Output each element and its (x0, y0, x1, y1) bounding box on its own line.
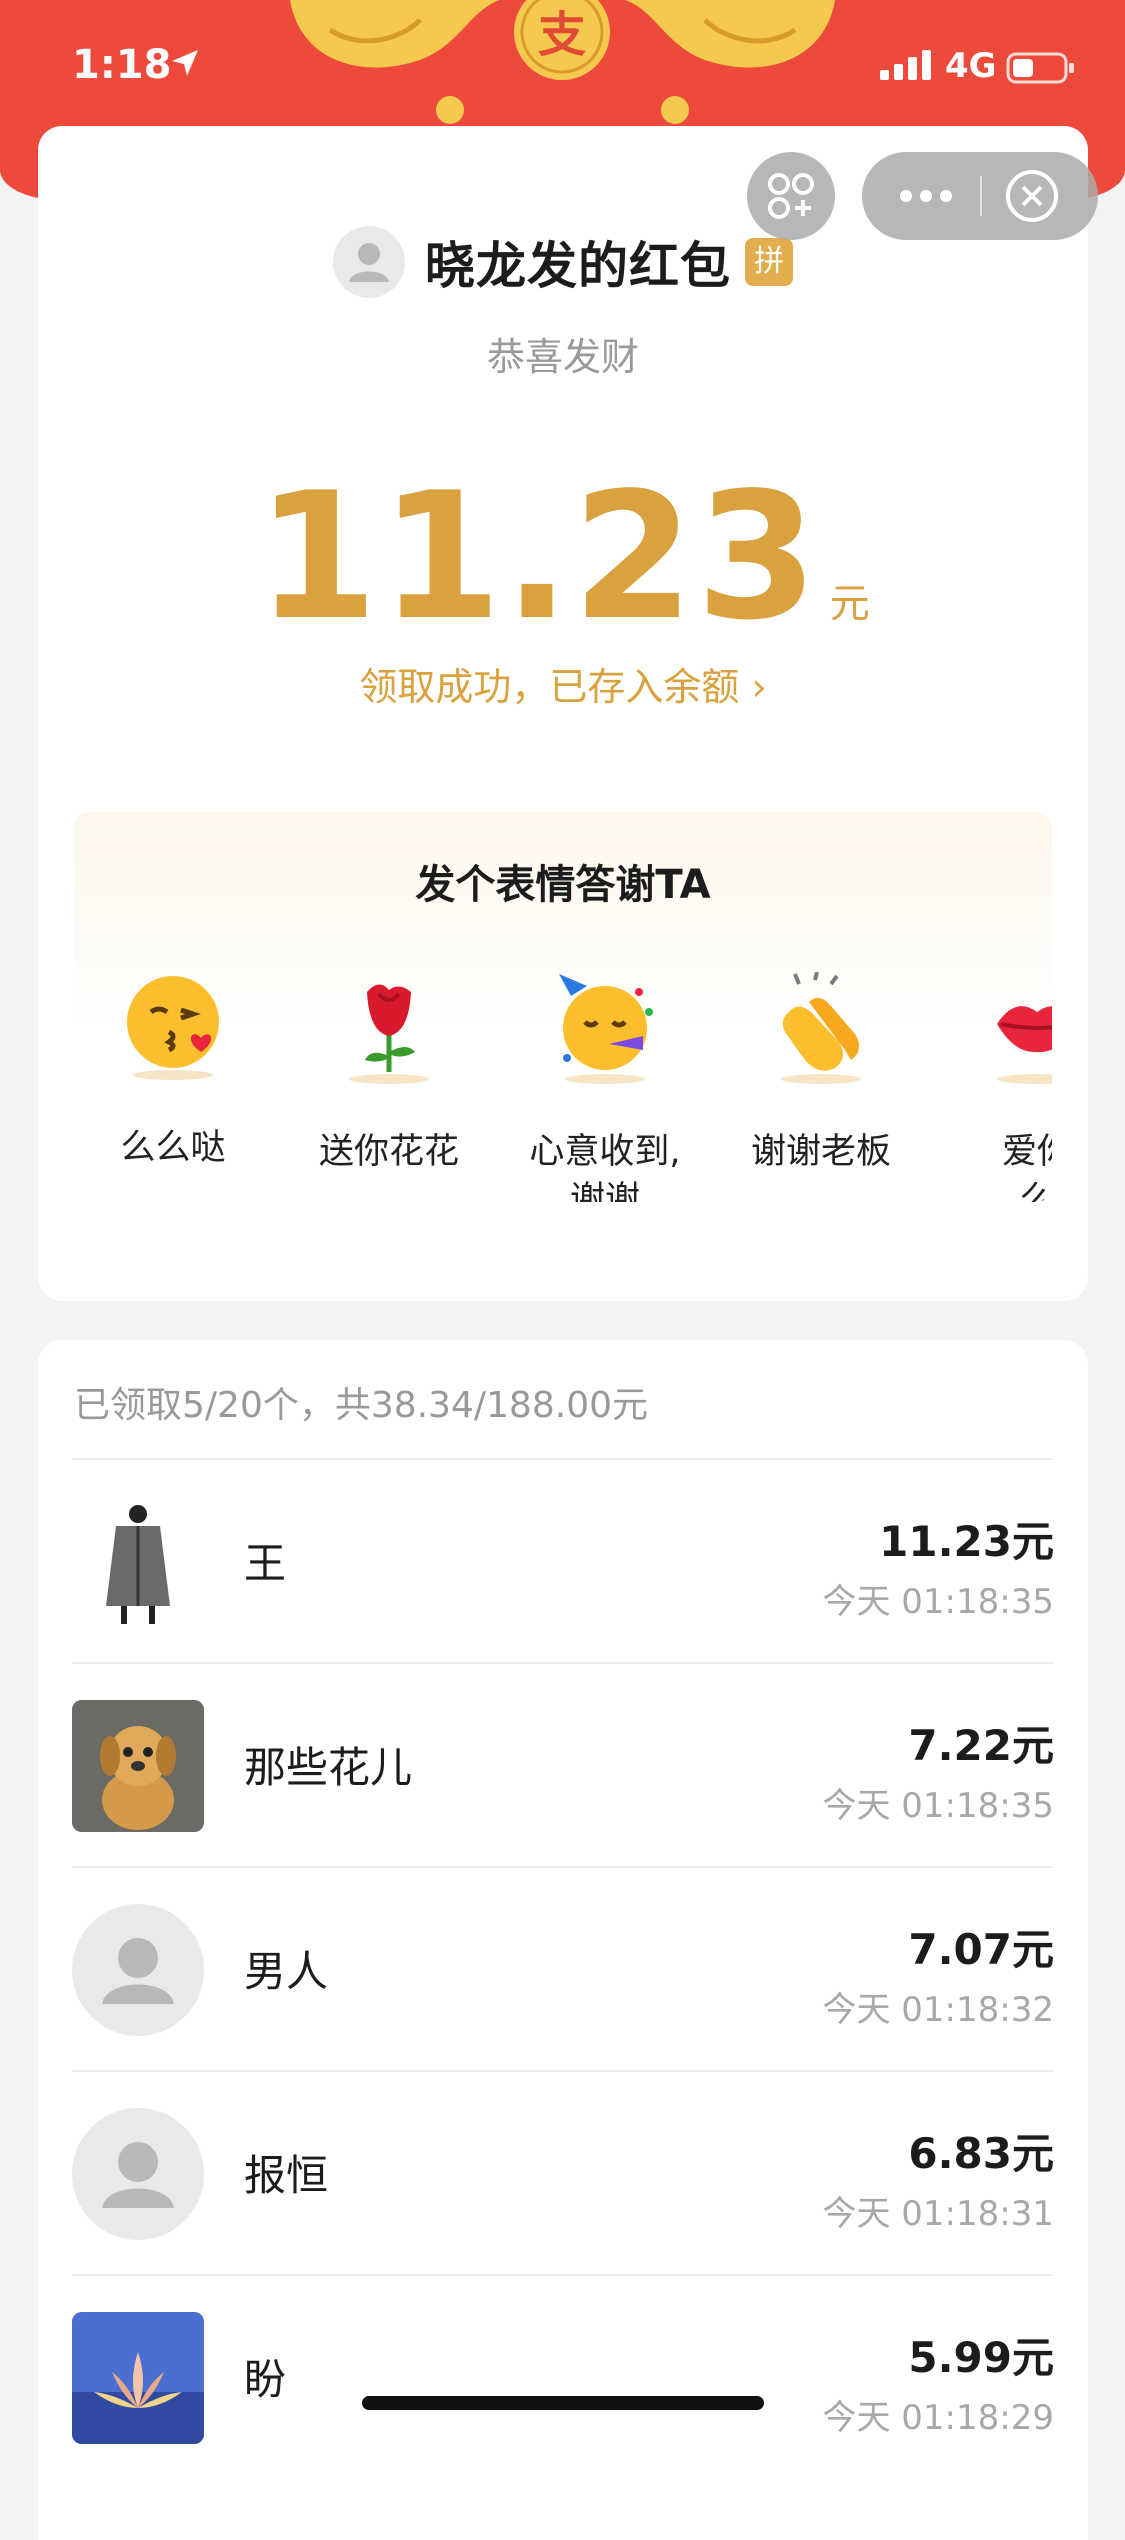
claim-time: 今天 01:18:31 (822, 2194, 1054, 2234)
envelope-title: 晓龙发的红包 (425, 237, 731, 295)
kiss-face-icon (127, 976, 219, 1068)
sender-avatar[interactable] (333, 226, 405, 298)
home-indicator[interactable] (362, 2396, 764, 2410)
status-bar: 1:18 4G (0, 0, 1125, 140)
emoji-label-line2: 谢谢 (569, 1180, 640, 1202)
thanks-emoji-panel: 发个表情答谢TA 么么哒 送你花花 心意收到, 谢谢 谢谢老板 爱 么 (74, 812, 1052, 1202)
claim-amount: 6.83元 (908, 2129, 1054, 2178)
user-name: 盼 (244, 2355, 287, 2404)
rose-icon (365, 984, 415, 1072)
claim-row[interactable]: 报恒 6.83元 今天 01:18:31 (72, 2072, 1054, 2276)
emoji-option-kiss[interactable]: 么么哒 (78, 972, 268, 1172)
emoji-label: 心意收到, 谢谢 (510, 1128, 700, 1202)
dog-photo-icon (72, 1700, 204, 1832)
party-face-icon (559, 974, 653, 1070)
claim-time: 今天 01:18:35 (822, 1786, 1054, 1826)
claim-row[interactable]: 那些花儿 7.22元 今天 01:18:35 (72, 1664, 1054, 1868)
lotus-photo-icon (72, 2312, 204, 2444)
emoji-label-line1: 爱你 (1001, 1132, 1052, 1172)
mini-program-capsule (862, 152, 1098, 240)
emoji-option-party[interactable]: 心意收到, 谢谢 (510, 972, 700, 1202)
claims-summary: 已领取5/20个，共38.34/188.00元 (74, 1385, 648, 1426)
emoji-shadow (997, 1074, 1052, 1084)
user-avatar (72, 2108, 204, 2240)
emoji-option-rose[interactable]: 送你花花 (294, 972, 484, 1176)
location-arrow-icon (172, 50, 198, 76)
scan-button[interactable] (747, 152, 835, 240)
claim-row[interactable]: 男人 7.07元 今天 01:18:32 (72, 1868, 1054, 2072)
emoji-label-line2: 么 (1019, 1180, 1052, 1202)
user-name: 男人 (244, 1947, 329, 1996)
more-options-icon[interactable] (896, 170, 956, 222)
claim-amount: 7.07元 (908, 1925, 1054, 1974)
stored-to-balance-link[interactable]: 领取成功，已存入余额 › (38, 656, 1088, 711)
claim-row[interactable]: 盼 5.99元 今天 01:18:29 (72, 2276, 1054, 2480)
emoji-shadow (565, 1074, 645, 1084)
claim-time: 今天 01:18:32 (822, 1990, 1054, 2030)
claim-time: 今天 01:18:35 (822, 1582, 1054, 1622)
emoji-shadow (349, 1074, 429, 1084)
scan-icon (768, 173, 814, 219)
claim-amount: 7.22元 (908, 1721, 1054, 1770)
emoji-label: 送你花花 (318, 1132, 459, 1172)
emoji-shadow (133, 1070, 213, 1080)
amount-value: 11.23 (256, 456, 820, 659)
user-avatar (72, 1700, 204, 1832)
clapping-hands-icon (782, 972, 860, 1071)
claim-row[interactable]: 王 11.23元 今天 01:18:35 (72, 1460, 1054, 1664)
amount-unit: 元 (829, 581, 870, 627)
user-name: 那些花儿 (244, 1743, 413, 1792)
close-icon[interactable] (1004, 168, 1060, 224)
claims-list-card: 已领取5/20个，共38.34/188.00元 王 11.23元 今天 01:1… (38, 1340, 1088, 2540)
received-amount: 11.23 元 (38, 456, 1088, 659)
emoji-option-love[interactable]: 爱你 么 (942, 972, 1052, 1202)
emoji-label: 谢谢老板 (750, 1132, 891, 1172)
claim-time: 今天 01:18:29 (822, 2398, 1054, 2438)
emoji-shadow (781, 1074, 861, 1084)
cellular-signal-icon (880, 50, 931, 80)
battery-icon (1006, 52, 1074, 84)
network-type: 4G (945, 46, 997, 86)
group-luck-badge: 拼 (745, 238, 793, 286)
user-avatar (72, 1496, 204, 1628)
user-avatar (72, 1904, 204, 2036)
capsule-divider (980, 176, 982, 216)
emoji-label: 么么哒 (120, 1128, 226, 1168)
thanks-title: 发个表情答谢TA (415, 862, 711, 908)
user-name: 报恒 (244, 2151, 329, 2200)
default-user-icon (102, 2142, 174, 2208)
claim-amount: 5.99元 (908, 2333, 1054, 2382)
emoji-label-line1: 心意收到, (529, 1132, 681, 1172)
emoji-label: 爱你 么 (942, 1128, 1052, 1202)
user-name: 王 (244, 1539, 287, 1588)
status-time: 1:18 (72, 42, 172, 88)
default-user-icon (349, 243, 389, 282)
emoji-option-clap[interactable]: 谢谢老板 (726, 972, 916, 1176)
user-avatar (72, 2312, 204, 2444)
claim-amount: 11.23元 (879, 1517, 1054, 1566)
lips-icon (997, 1006, 1052, 1053)
blessing-text: 恭喜发财 (486, 335, 639, 379)
default-user-icon (102, 1938, 174, 2004)
envelope-detail-card: 晓龙发的红包 拼 恭喜发财 11.23 元 领取成功，已存入余额 › 发个表情答谢… (38, 126, 1088, 1301)
coat-photo-icon (106, 1505, 170, 1624)
